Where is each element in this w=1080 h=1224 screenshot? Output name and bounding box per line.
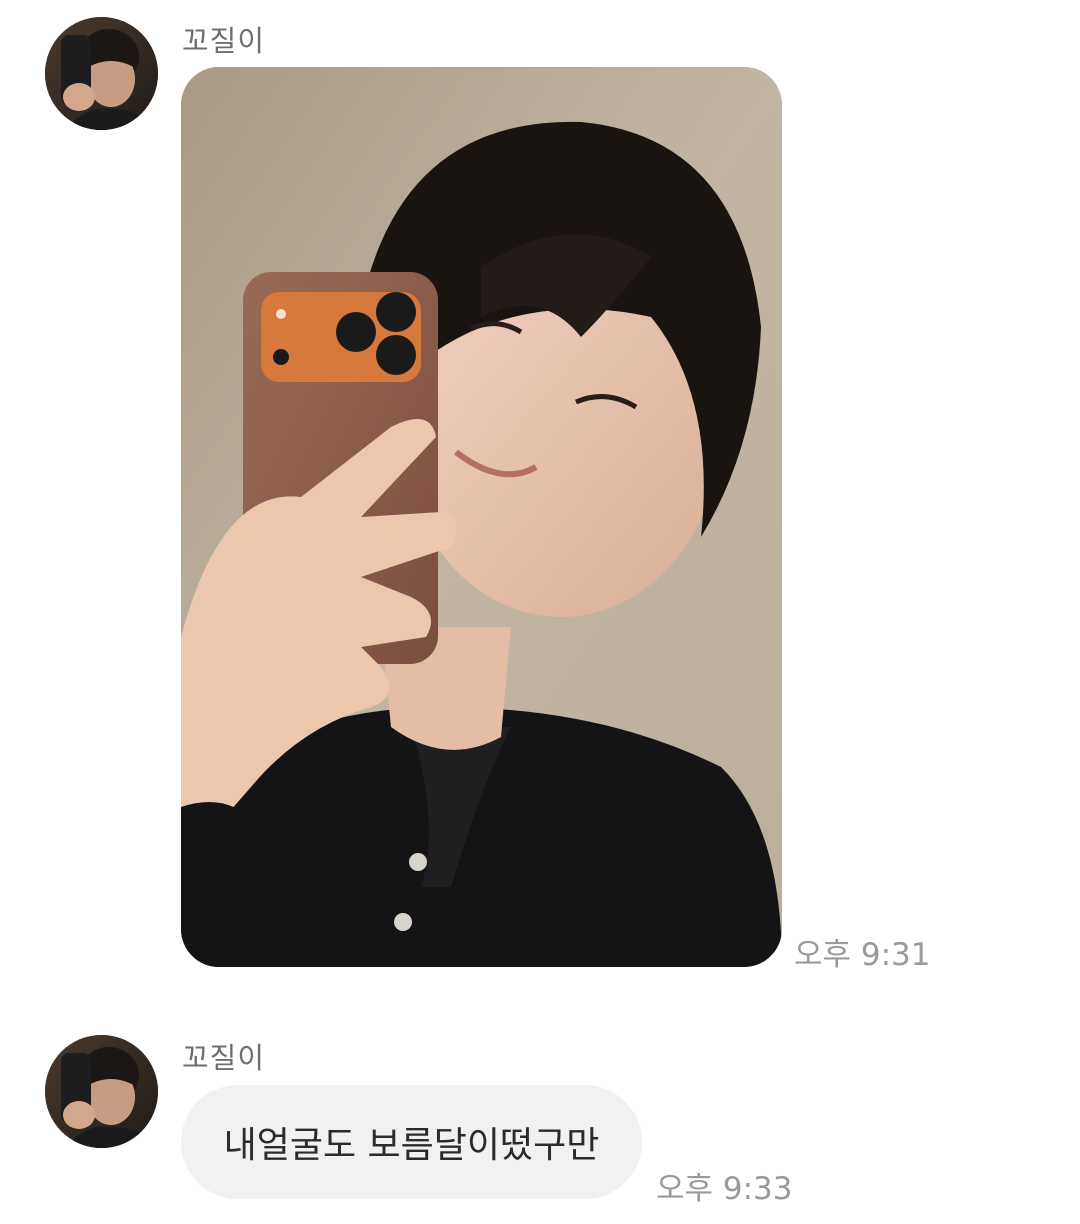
- profile-photo-icon: [45, 17, 158, 130]
- photo-message[interactable]: [181, 67, 782, 967]
- sender-avatar[interactable]: [45, 17, 158, 130]
- message-time: 오후 9:31: [794, 937, 931, 973]
- message-time: 오후 9:33: [656, 1171, 793, 1207]
- message-text: 내얼굴도 보름달이떴구만: [223, 1125, 600, 1166]
- text-message-bubble[interactable]: 내얼굴도 보름달이떴구만: [181, 1085, 642, 1199]
- sender-avatar[interactable]: [45, 1035, 158, 1148]
- selfie-photo-icon: [181, 67, 782, 967]
- sender-name: 꼬질이: [182, 1041, 266, 1075]
- sender-name: 꼬질이: [182, 24, 266, 58]
- profile-photo-icon: [45, 1035, 158, 1148]
